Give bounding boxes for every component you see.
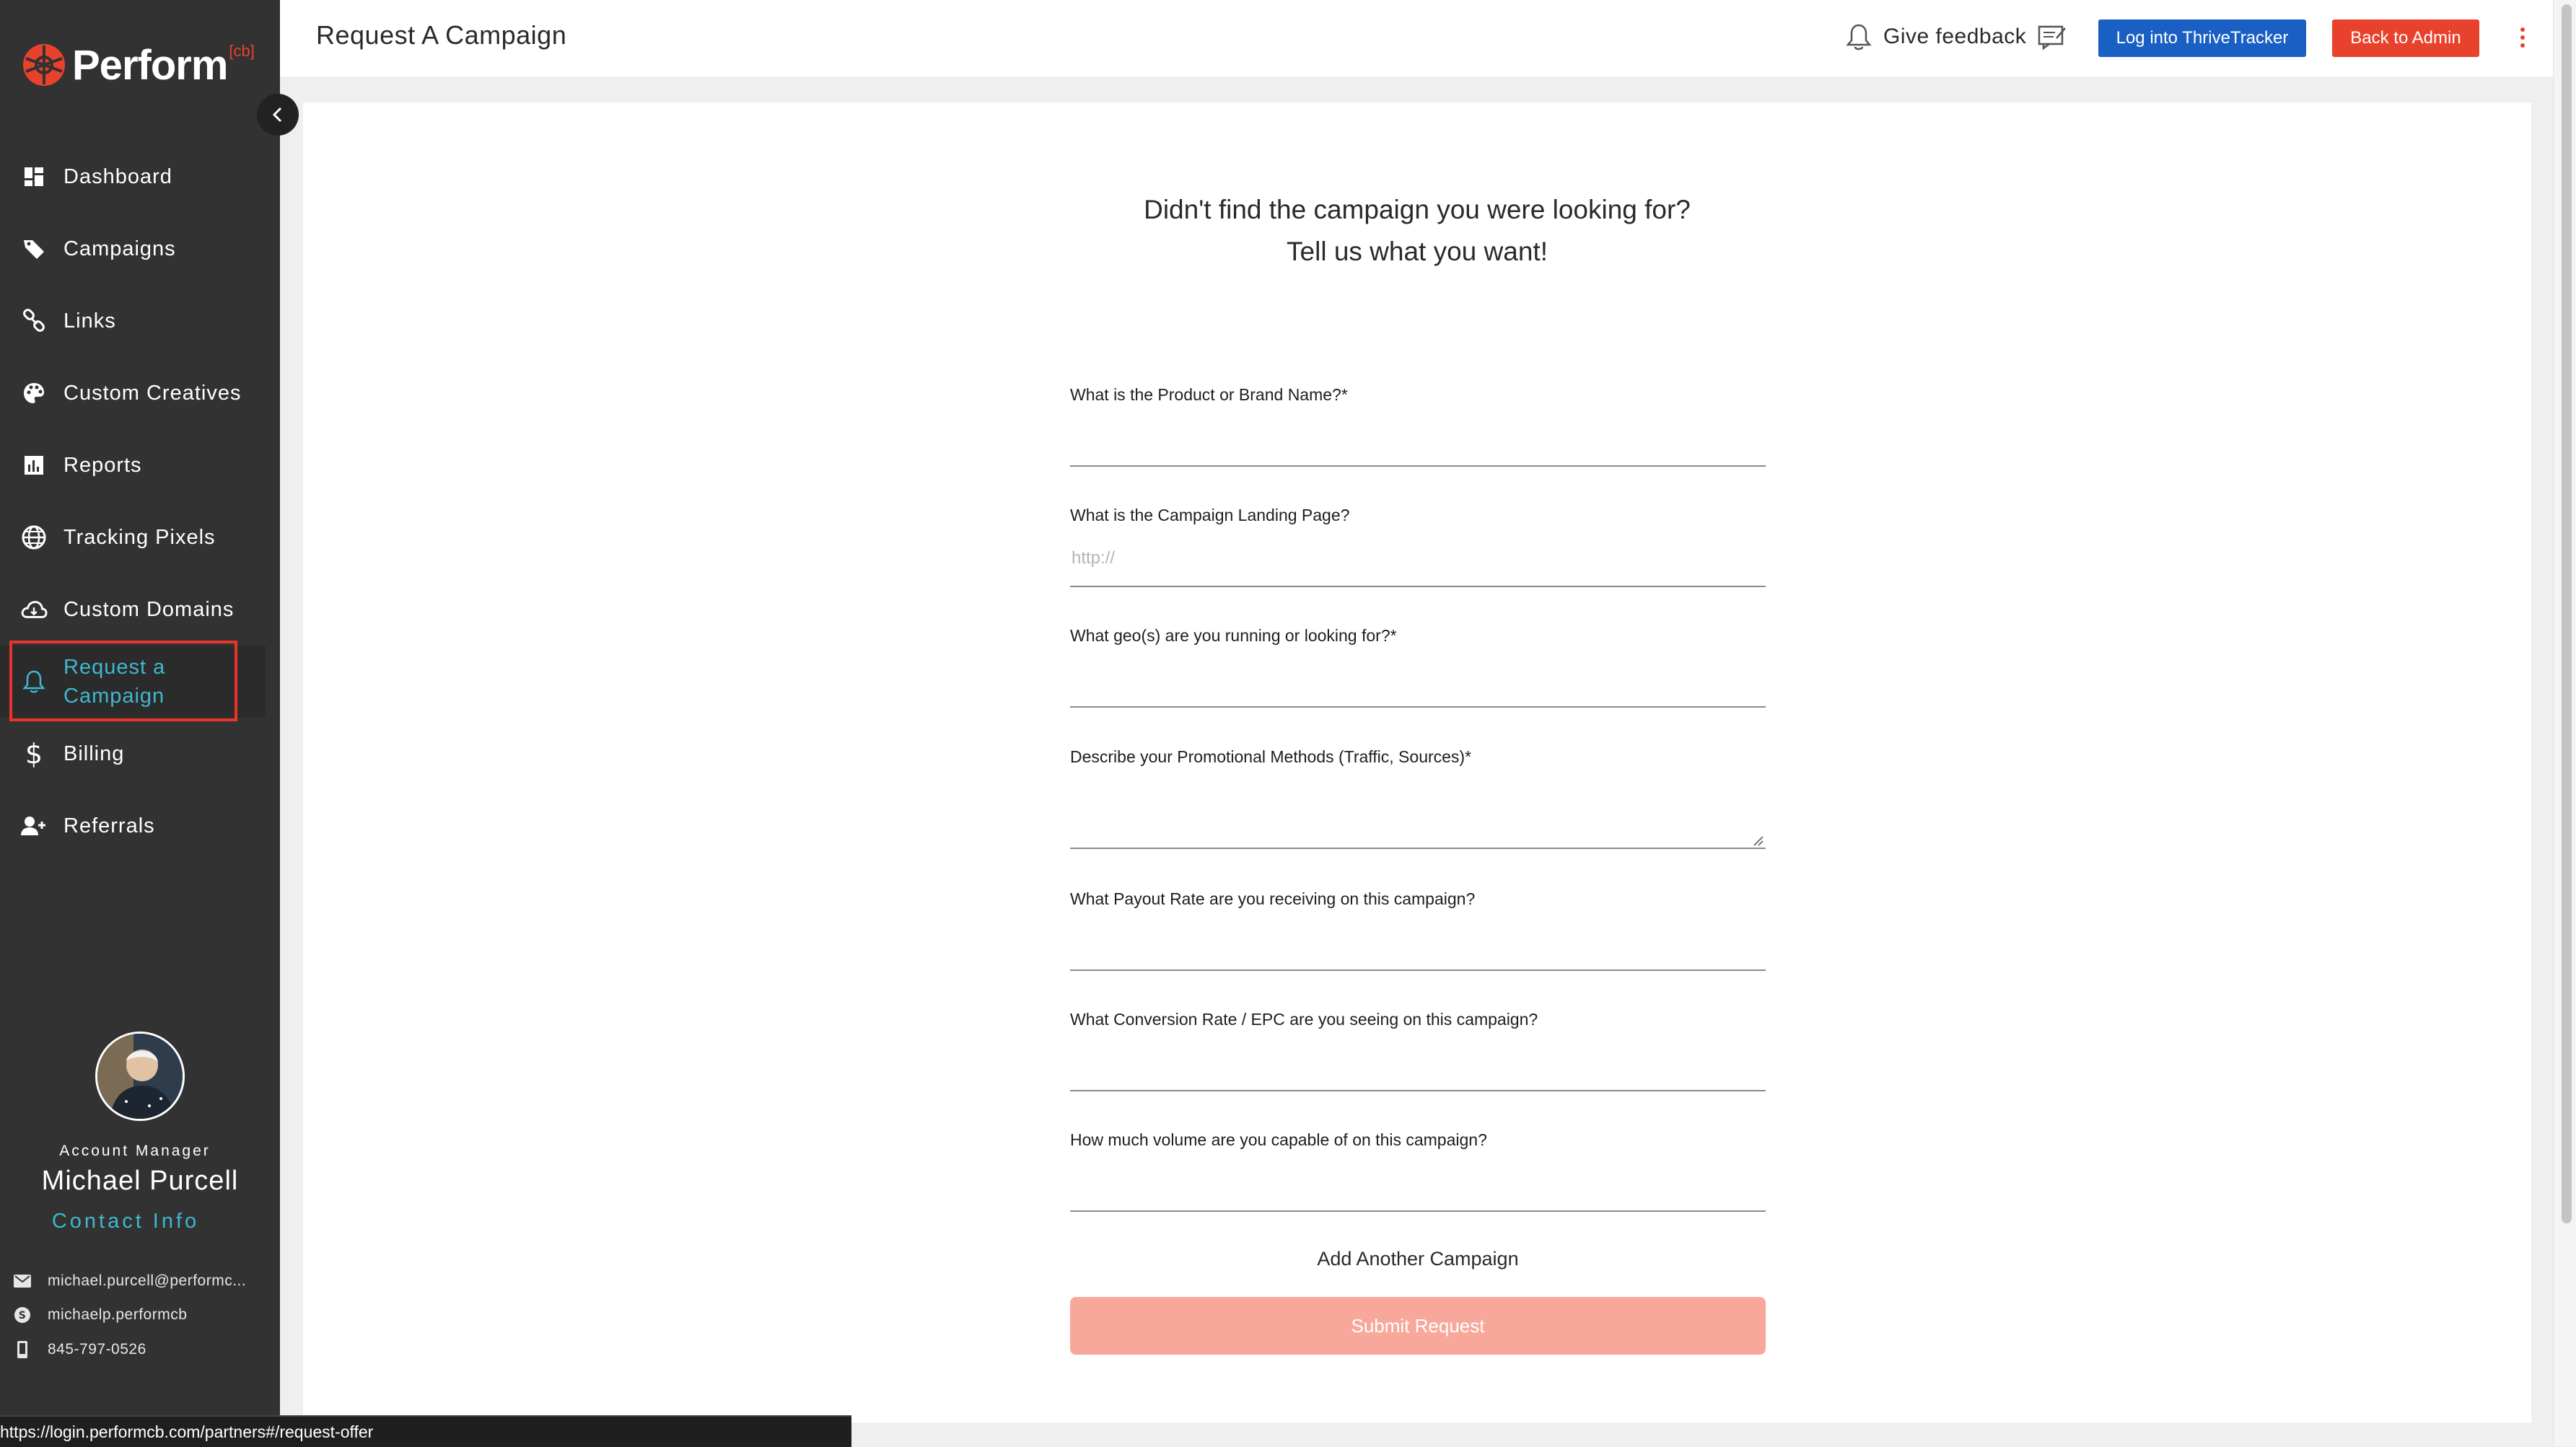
landing-page-label: What is the Campaign Landing Page? [1070, 506, 1350, 524]
svg-text:S: S [19, 1310, 27, 1321]
field-underline [1070, 969, 1766, 971]
dashboard-icon [20, 163, 48, 190]
back-to-admin-button[interactable]: Back to Admin [2332, 19, 2479, 57]
more-options-icon[interactable] [2515, 22, 2530, 53]
sidebar-item-label: Campaigns [63, 237, 176, 260]
avatar [95, 1032, 185, 1121]
contact-phone[interactable]: 845-797-0526 [13, 1340, 146, 1359]
dollar-icon: $ [20, 739, 48, 768]
bell-icon [20, 668, 48, 695]
link-icon [20, 307, 48, 335]
brand-superscript: [cb] [229, 42, 255, 60]
field-underline [1070, 1090, 1766, 1091]
contact-email-text: michael.purcell@performc... [48, 1272, 247, 1289]
sidebar-item-custom-creatives[interactable]: Custom Creatives [0, 357, 267, 429]
palette-icon [20, 379, 48, 407]
landing-page-input[interactable] [1070, 542, 1766, 574]
brand-name: Perform [72, 41, 228, 89]
perform-logo-icon [23, 44, 65, 86]
brand-logo[interactable]: Perform [cb] [22, 38, 255, 92]
sidebar-item-label: Dashboard [63, 165, 172, 188]
field-underline [1070, 848, 1766, 849]
sidebar-item-label: Custom Domains [63, 598, 235, 621]
promotional-methods-label: Describe your Promotional Methods (Traff… [1070, 747, 1472, 766]
sidebar-item-campaigns[interactable]: Campaigns [0, 213, 267, 285]
bar-chart-icon [20, 452, 48, 479]
sidebar-item-billing[interactable]: $ Billing [0, 718, 267, 790]
field-underline [1070, 465, 1766, 467]
log-into-thrivetracker-button[interactable]: Log into ThriveTracker [2098, 19, 2306, 57]
skype-icon: S [13, 1306, 32, 1324]
intro-line-2: Tell us what you want! [1287, 237, 1548, 266]
top-bar: Request A Campaign Give feedback Log int… [280, 0, 2553, 76]
payout-rate-input[interactable] [1070, 928, 1766, 960]
request-campaign-card: Didn't find the campaign you were lookin… [303, 102, 2531, 1422]
contact-info-heading: Contact Info [51, 1210, 200, 1233]
give-feedback-label: Give feedback [1883, 25, 2027, 48]
chevron-left-icon [272, 107, 282, 123]
sidebar-item-request-a-campaign[interactable]: Request a Campaign [0, 646, 266, 718]
sidebar-item-label: Referrals [63, 814, 155, 837]
page-scrollbar-thumb[interactable] [2562, 4, 2572, 1223]
globe-icon [20, 524, 48, 551]
account-manager-name: Michael Purcell [41, 1166, 239, 1196]
contact-phone-text: 845-797-0526 [48, 1341, 146, 1358]
notification-bell-icon [1846, 24, 1872, 50]
account-manager-panel: Account Manager Michael Purcell Contact … [0, 1032, 280, 1233]
sidebar: Perform [cb] Dashboard Campaigns Links C… [0, 0, 280, 1446]
sidebar-item-reports[interactable]: Reports [0, 429, 267, 501]
sidebar-item-label: Billing [63, 742, 125, 765]
intro-line-1: Didn't find the campaign you were lookin… [1144, 195, 1691, 224]
volume-input[interactable] [1070, 1169, 1766, 1201]
product-brand-label: What is the Product or Brand Name?* [1070, 385, 1348, 404]
geo-label: What geo(s) are you running or looking f… [1070, 626, 1397, 645]
conversion-rate-input[interactable] [1070, 1049, 1766, 1081]
sidebar-item-links[interactable]: Links [0, 285, 267, 357]
feedback-form-icon [2038, 25, 2067, 50]
add-another-campaign-link[interactable]: Add Another Campaign [1070, 1248, 1766, 1270]
field-underline [1070, 586, 1766, 587]
contact-email[interactable]: michael.purcell@performc... [13, 1272, 246, 1290]
sidebar-item-tracking-pixels[interactable]: Tracking Pixels [0, 501, 267, 573]
account-manager-role: Account Manager [59, 1143, 211, 1159]
sidebar-item-label: Custom Creatives [63, 382, 242, 405]
sidebar-item-custom-domains[interactable]: Custom Domains [0, 573, 267, 646]
tag-icon [20, 235, 48, 263]
give-feedback-button[interactable]: Give feedback [1846, 20, 2067, 53]
page-title: Request A Campaign [316, 20, 567, 50]
contact-skype-text: michaelp.performcb [48, 1306, 188, 1323]
promotional-methods-textarea[interactable] [1070, 788, 1766, 845]
sidebar-item-label: Reports [63, 454, 142, 477]
contact-skype[interactable]: S michaelp.performcb [13, 1306, 187, 1324]
sidebar-item-label: Links [63, 309, 116, 333]
cloud-icon [20, 596, 48, 623]
geo-input[interactable] [1070, 665, 1766, 697]
resize-handle-icon[interactable] [1751, 834, 1764, 847]
svg-text:$: $ [25, 739, 43, 768]
add-person-icon [20, 812, 48, 840]
field-underline [1070, 706, 1766, 708]
submit-request-button[interactable]: Submit Request [1070, 1297, 1766, 1355]
field-underline [1070, 1210, 1766, 1212]
envelope-icon [13, 1272, 32, 1290]
sidebar-item-label: Request a Campaign [63, 656, 166, 708]
form-intro: Didn't find the campaign you were lookin… [303, 189, 2531, 273]
sidebar-item-label: Tracking Pixels [63, 526, 216, 549]
phone-icon [13, 1340, 32, 1359]
conversion-rate-label: What Conversion Rate / EPC are you seein… [1070, 1010, 1538, 1029]
product-brand-input[interactable] [1070, 424, 1766, 456]
payout-rate-label: What Payout Rate are you receiving on th… [1070, 889, 1476, 908]
status-bar-url: https://login.performcb.com/partners#/re… [0, 1415, 851, 1447]
sidebar-collapse-button[interactable] [257, 94, 299, 136]
sidebar-item-referrals[interactable]: Referrals [0, 790, 267, 862]
sidebar-item-dashboard[interactable]: Dashboard [0, 141, 267, 213]
volume-label: How much volume are you capable of on th… [1070, 1130, 1487, 1149]
